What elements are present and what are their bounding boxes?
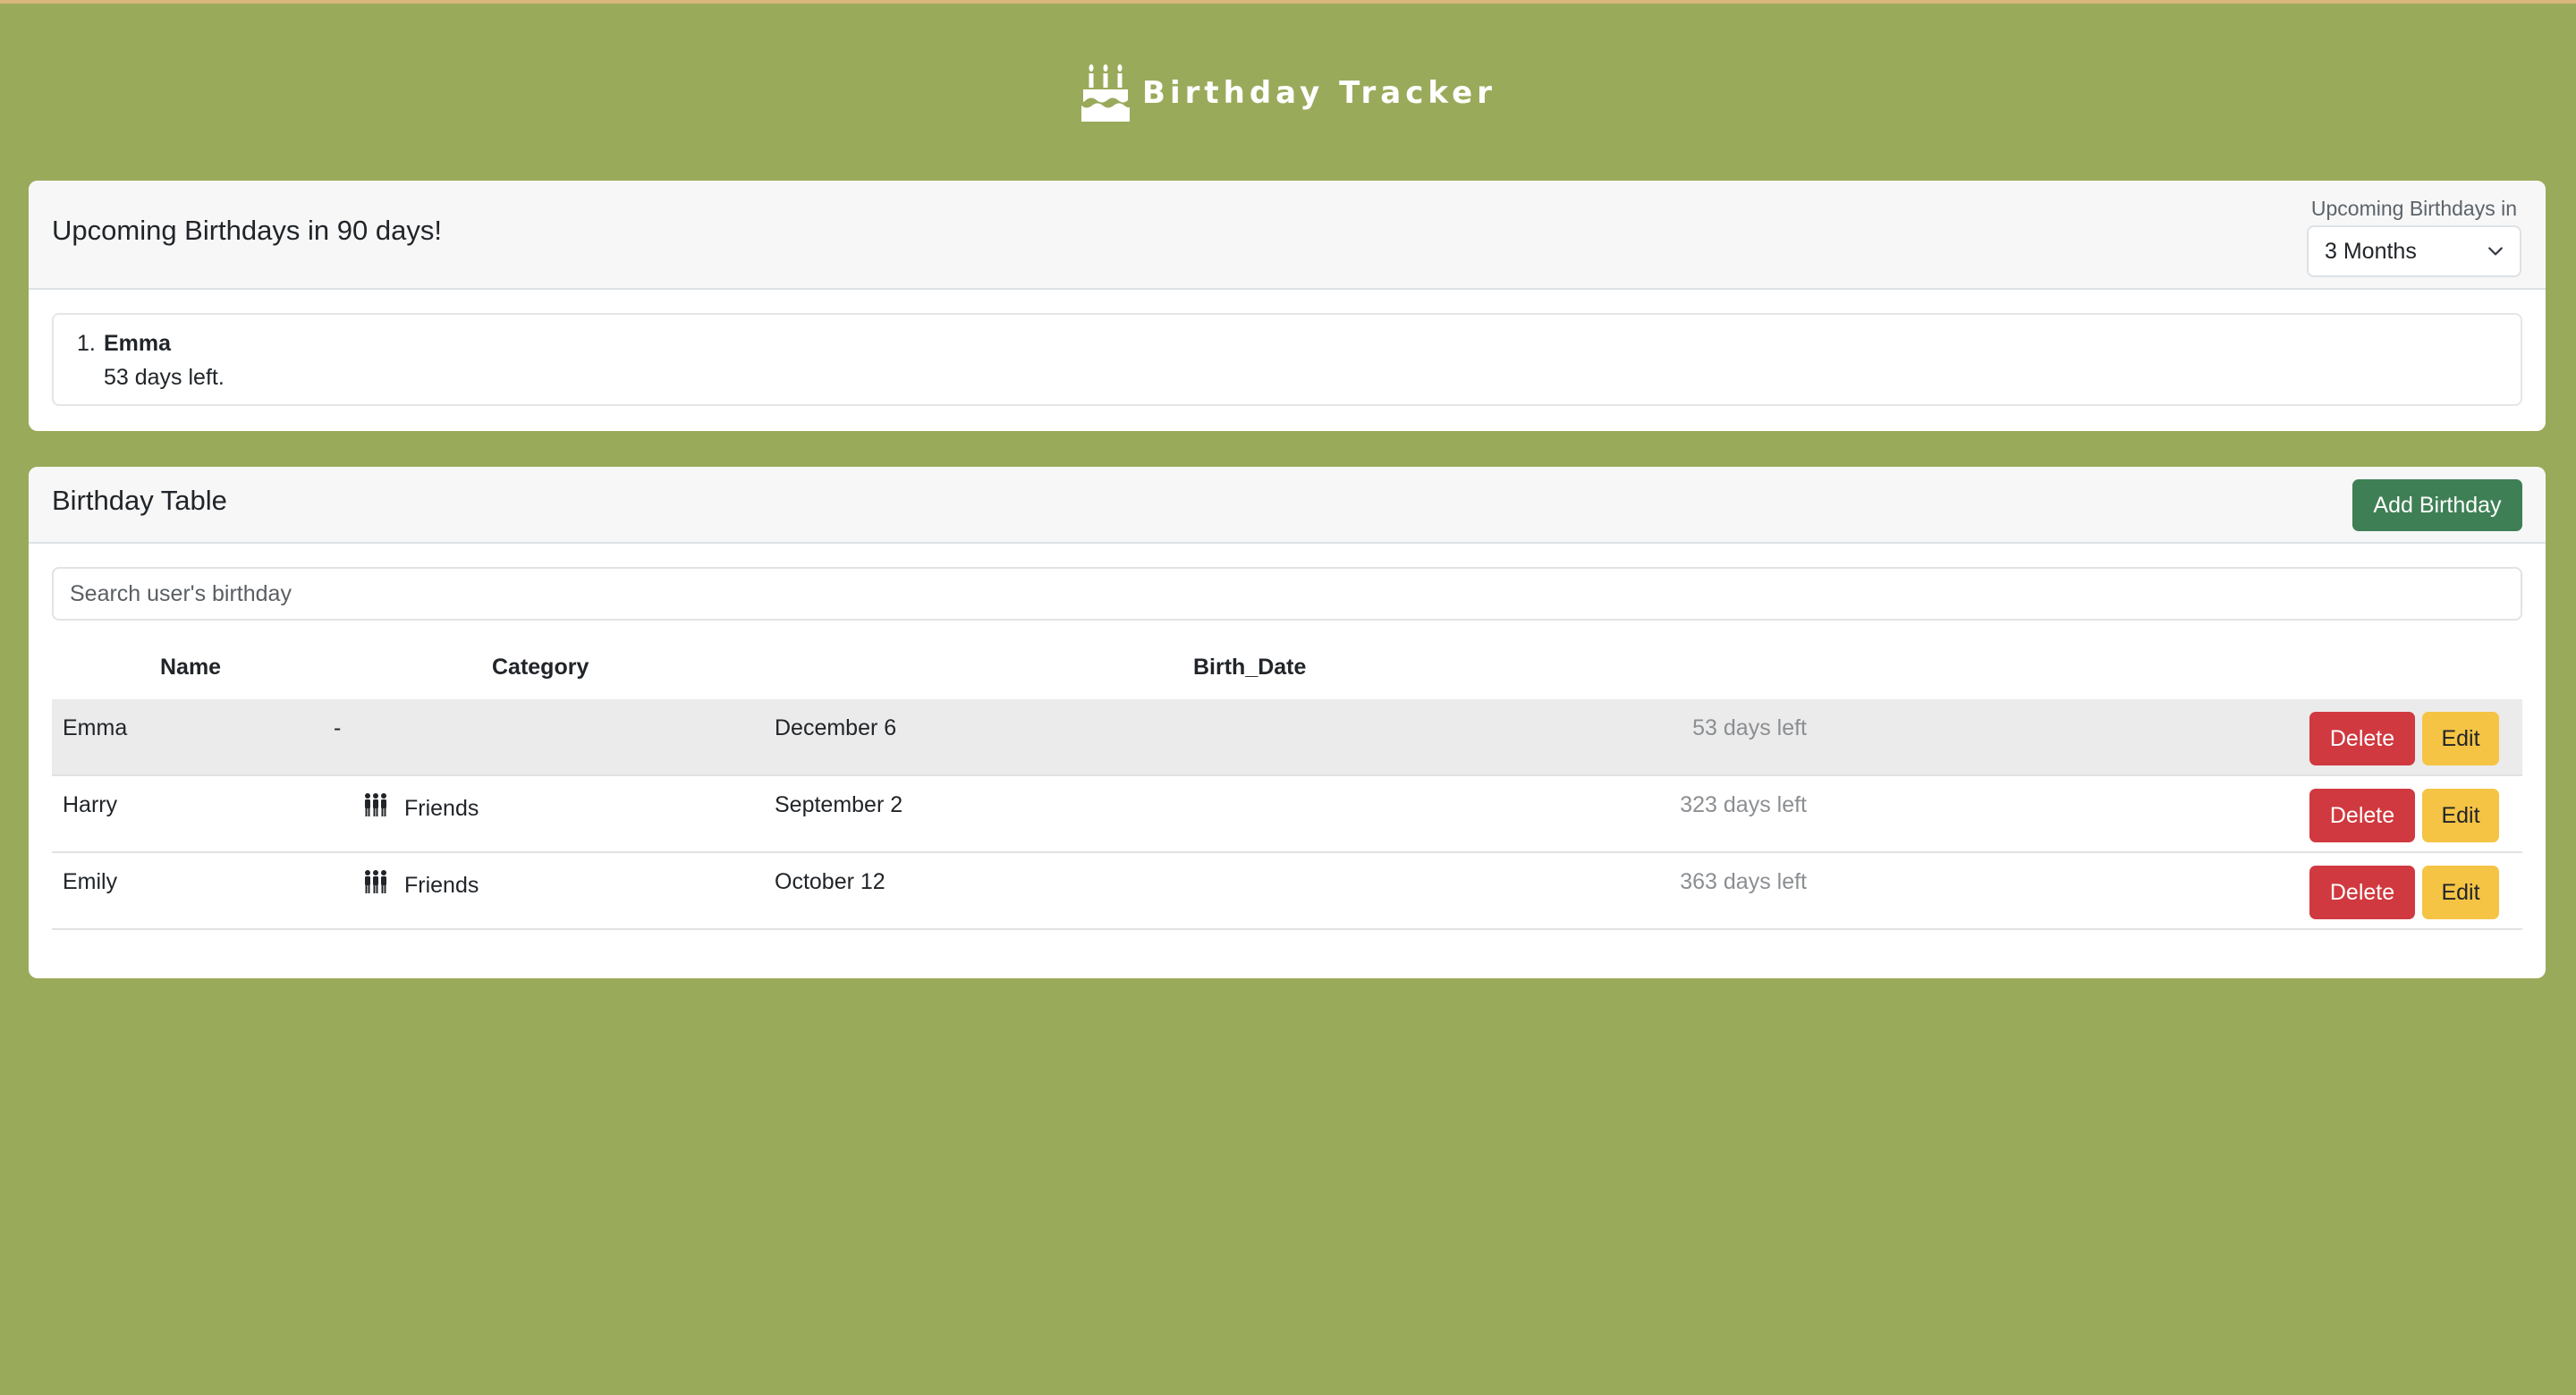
row-category-label: - xyxy=(334,715,342,740)
delete-button[interactable]: Delete xyxy=(2309,712,2415,765)
column-header-birth-date: Birth_Date xyxy=(1193,655,1307,680)
brand: Birthday Tracker xyxy=(1080,64,1496,122)
delete-button[interactable]: Delete xyxy=(2309,866,2415,919)
delete-button[interactable]: Delete xyxy=(2309,789,2415,842)
row-days-left: 53 days left xyxy=(1692,715,1807,740)
row-name: Emily xyxy=(63,869,118,894)
row-category: Friends xyxy=(363,792,479,822)
upcoming-list: 1. Emma 53 days left. xyxy=(52,313,2522,406)
row-birth-date: September 2 xyxy=(775,792,903,817)
row-birth-date: December 6 xyxy=(775,715,897,740)
upcoming-item-index: 1. xyxy=(77,331,96,356)
chevron-down-icon xyxy=(2488,247,2503,256)
upcoming-birthdays-card: Upcoming Birthdays in 90 days! Upcoming … xyxy=(29,181,2546,431)
table-row: Emma - December 6 53 days left Delete Ed… xyxy=(52,699,2522,776)
edit-button[interactable]: Edit xyxy=(2422,866,2499,919)
row-category: Friends xyxy=(363,869,479,899)
people-group-icon xyxy=(365,793,386,816)
table-row: Harry Friends September 2 323 days left … xyxy=(52,776,2522,853)
upcoming-title: Upcoming Birthdays in 90 days! xyxy=(52,215,442,246)
people-group-icon xyxy=(365,870,386,893)
upcoming-item-days: 53 days left. xyxy=(104,365,225,390)
upcoming-card-header: Upcoming Birthdays in 90 days! Upcoming … xyxy=(29,181,2546,290)
app-header: Birthday Tracker xyxy=(0,57,2576,129)
table-title: Birthday Table xyxy=(52,485,227,516)
birthday-table-card: Birthday Table Add Birthday Name Categor… xyxy=(29,467,2546,978)
edit-button[interactable]: Edit xyxy=(2422,712,2499,765)
row-category: - xyxy=(334,715,341,741)
row-name: Harry xyxy=(63,792,118,817)
row-days-left: 323 days left xyxy=(1680,792,1807,817)
row-category-label: Friends xyxy=(404,796,479,821)
edit-button[interactable]: Edit xyxy=(2422,789,2499,842)
app-title: Birthday Tracker xyxy=(1142,75,1496,111)
range-label: Upcoming Birthdays in xyxy=(2310,197,2517,220)
row-days-left: 363 days left xyxy=(1680,869,1807,894)
range-select-value: 3 Months xyxy=(2325,238,2417,264)
row-birth-date: October 12 xyxy=(775,869,886,894)
column-header-name: Name xyxy=(160,655,222,680)
table-row: Emily Friends October 12 363 days left D… xyxy=(52,853,2522,930)
row-name: Emma xyxy=(63,715,128,740)
column-header-category: Category xyxy=(492,655,589,680)
birthday-cake-icon xyxy=(1081,64,1131,122)
table-card-header: Birthday Table Add Birthday xyxy=(29,467,2546,544)
range-select[interactable]: 3 Months xyxy=(2307,225,2521,277)
search-input[interactable] xyxy=(52,567,2522,621)
row-category-label: Friends xyxy=(404,873,479,898)
add-birthday-button[interactable]: Add Birthday xyxy=(2352,479,2522,531)
upcoming-item-name: Emma xyxy=(104,331,172,356)
